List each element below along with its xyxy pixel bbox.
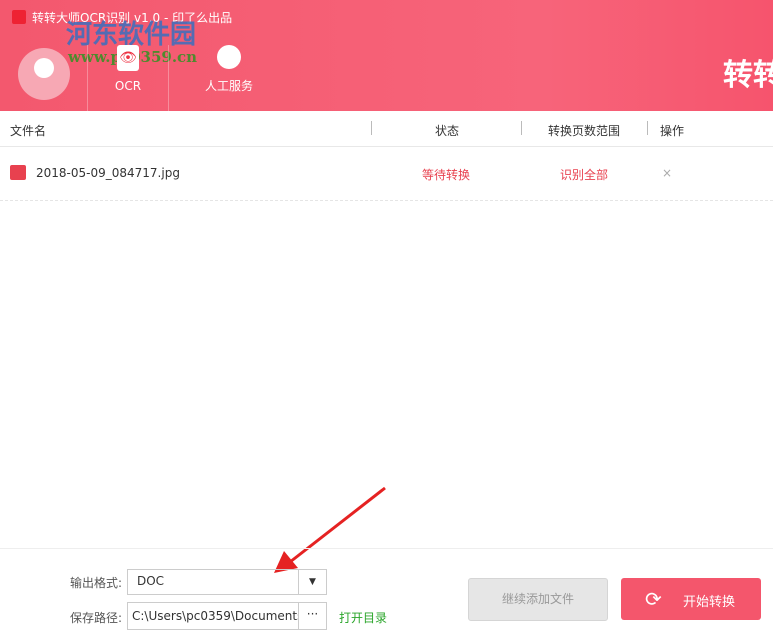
start-label: 开始转换 [683, 595, 736, 610]
path-label: 保存路径: [70, 611, 123, 625]
add-files-button[interactable]: 继续添加文件 [468, 578, 608, 621]
save-path-input[interactable]: C:\Users\pc0359\Documents ··· [127, 602, 327, 630]
refresh-icon: ⟳ [645, 587, 662, 611]
annotation-arrow [274, 486, 386, 573]
format-label: 输出格式: [70, 576, 123, 590]
browse-button[interactable]: ··· [298, 603, 326, 629]
start-convert-button[interactable]: ⟳ 开始转换 [621, 578, 761, 620]
format-select[interactable]: DOC ▼ [127, 569, 327, 595]
chevron-down-icon[interactable]: ▼ [298, 570, 326, 594]
footer: 输出格式: DOC ▼ 保存路径: C:\Users\pc0359\Documen… [0, 548, 773, 630]
format-value: DOC [137, 574, 165, 588]
path-value: C:\Users\pc0359\Documents [132, 609, 304, 623]
open-directory-link[interactable]: 打开目录 [339, 609, 387, 626]
